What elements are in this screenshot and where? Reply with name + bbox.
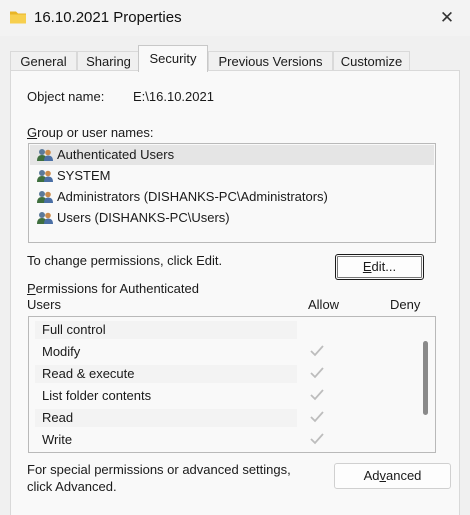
folder-icon [10,11,26,24]
tab-previous-versions[interactable]: Previous Versions [208,51,333,71]
allow-check-icon [310,389,324,401]
edit-button[interactable]: Edit... [335,254,424,280]
users-group-icon [37,170,53,182]
allow-check-icon [310,433,324,445]
permissions-for-label: Permissions for Authenticated [27,281,199,296]
tab-customize[interactable]: Customize [333,51,410,71]
users-group-icon [37,149,53,161]
users-group-icon [37,212,53,224]
user-item-users[interactable]: Users (DISHANKS-PC\Users) [30,208,434,228]
permissions-scrollbar-thumb[interactable] [423,341,428,415]
users-group-icon [37,191,53,203]
permission-row-full-control: Full control [29,319,419,341]
title-bar: 16.10.2021 Properties ✕ [0,0,470,36]
user-item-administrators[interactable]: Administrators (DISHANKS-PC\Administrato… [30,187,434,207]
allow-column-header: Allow [308,297,340,312]
deny-column-header: Deny [390,297,421,312]
tab-general[interactable]: General [10,51,77,71]
permission-row-read: Read [29,407,419,429]
object-name-value: E:\16.10.2021 [133,89,214,104]
security-panel: Object name: E:\16.10.2021 Group or user… [10,70,460,515]
window-title: 16.10.2021 Properties [34,9,182,26]
advanced-hint-line1: For special permissions or advanced sett… [27,462,291,477]
object-name-label: Object name: [27,89,105,104]
close-button[interactable]: ✕ [424,0,470,36]
permission-row-list-folder-contents: List folder contents [29,385,419,407]
permissions-for-label-line2: Users [27,297,61,312]
close-icon: ✕ [439,8,455,27]
permission-row-modify: Modify [29,341,419,363]
user-item-system[interactable]: SYSTEM [30,166,434,186]
tab-sharing[interactable]: Sharing [77,51,140,71]
permissions-table[interactable]: Full control Modify Read & execute List … [28,316,436,453]
permission-row-write: Write [29,429,419,451]
advanced-button[interactable]: Advanced [334,463,451,489]
allow-check-icon [310,411,324,423]
tab-security[interactable]: Security [138,45,208,72]
allow-check-icon [310,345,324,357]
user-list[interactable]: Authenticated Users SYSTEM Administrator… [28,143,436,243]
advanced-hint-line2: click Advanced. [27,479,117,494]
group-user-names-label: Group or user names: [27,125,154,140]
change-permissions-hint: To change permissions, click Edit. [27,253,223,268]
user-item-authenticated-users[interactable]: Authenticated Users [30,145,434,165]
permission-row-read-execute: Read & execute [29,363,419,385]
allow-check-icon [310,367,324,379]
